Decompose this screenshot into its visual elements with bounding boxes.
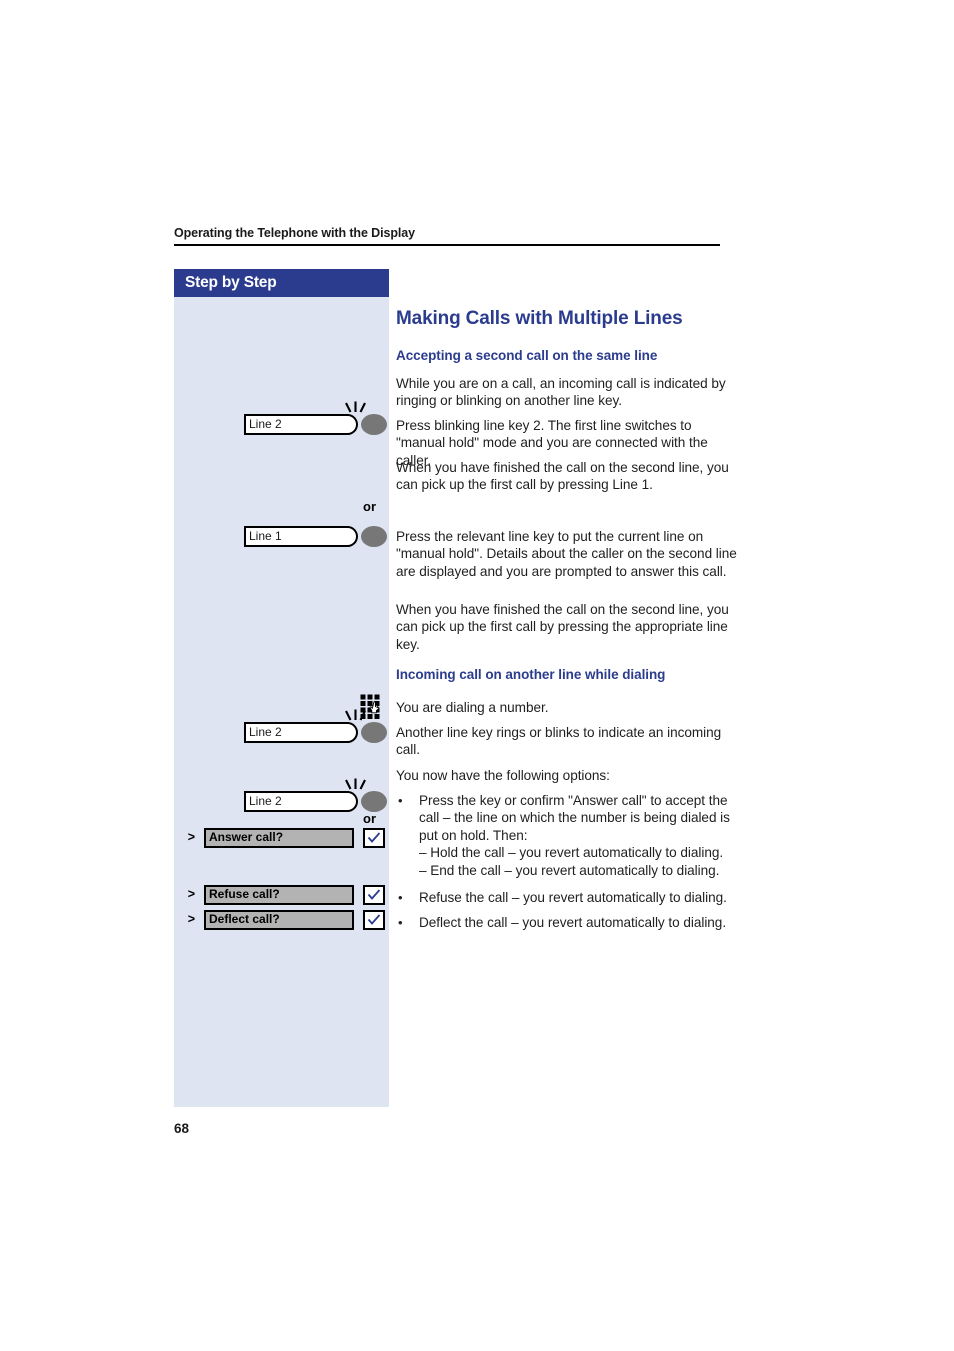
paragraph: Another line key rings or blinks to indi… xyxy=(396,725,722,758)
softkey-arrow: > xyxy=(187,830,195,844)
page-title: Making Calls with Multiple Lines xyxy=(396,308,683,329)
list-subitem: – Hold the call – you revert automatical… xyxy=(419,845,724,860)
line-key-line2-blinking-2[interactable]: Line 2 xyxy=(244,709,389,743)
line-key-line2-blinking-3[interactable]: Line 2 xyxy=(244,778,389,812)
checkmark-icon[interactable] xyxy=(363,910,385,930)
line-key-label: Line 2 xyxy=(249,794,282,808)
line-key-cap xyxy=(347,791,358,812)
line-key-cap xyxy=(347,722,358,743)
list-item-text: Deflect the call – you revert automatica… xyxy=(419,915,727,930)
paragraph: You are dialing a number. xyxy=(396,700,549,715)
line-key-led xyxy=(361,526,387,547)
softkey-label: Answer call? xyxy=(209,830,284,844)
or-label-1: or xyxy=(363,499,376,514)
checkmark-icon[interactable] xyxy=(363,885,385,905)
blink-rays-icon xyxy=(343,778,369,792)
bullet-glyph: • xyxy=(398,890,403,905)
line-key-line1[interactable]: Line 1 xyxy=(244,526,389,547)
paragraph: You now have the following options: xyxy=(396,768,610,783)
list-item-text: Press the key or confirm "Answer call" t… xyxy=(419,793,730,843)
manual-page: Operating the Telephone with the Display… xyxy=(0,0,954,1351)
softkey-label: Refuse call? xyxy=(209,887,280,901)
blink-rays-icon xyxy=(343,709,369,723)
paragraph: When you have finished the call on the s… xyxy=(396,460,729,493)
paragraph: Press the relevant line key to put the c… xyxy=(396,529,737,579)
line-key-cap xyxy=(347,526,358,547)
line-key-led xyxy=(361,791,387,812)
line-key-label: Line 2 xyxy=(249,417,282,431)
step-by-step-sidebar: Step by Step xyxy=(174,269,389,1107)
sidebar-title: Step by Step xyxy=(185,274,277,291)
line-key-label: Line 2 xyxy=(249,725,282,739)
list-item-text: Refuse the call – you revert automatical… xyxy=(419,890,727,905)
softkey-label: Deflect call? xyxy=(209,912,280,926)
line-key-label: Line 1 xyxy=(249,529,282,543)
section-heading-accepting-second-call: Accepting a second call on the same line xyxy=(396,348,658,363)
list-subitem: – End the call – you revert automaticall… xyxy=(419,863,720,878)
checkmark-icon[interactable] xyxy=(363,828,385,848)
or-label-2: or xyxy=(363,811,376,826)
line-key-led xyxy=(361,414,387,435)
blink-rays-icon xyxy=(343,401,369,415)
bullet-glyph: • xyxy=(398,793,403,808)
running-header: Operating the Telephone with the Display xyxy=(174,226,415,240)
line-key-line2-blinking-1[interactable]: Line 2 xyxy=(244,401,389,435)
page-number: 68 xyxy=(174,1121,190,1136)
bullet-glyph: • xyxy=(398,915,403,930)
line-key-led xyxy=(361,722,387,743)
softkey-arrow: > xyxy=(187,912,195,926)
line-key-cap xyxy=(347,414,358,435)
softkey-answer-call[interactable]: Answer call? > xyxy=(188,828,389,848)
softkey-arrow: > xyxy=(187,887,195,901)
paragraph: While you are on a call, an incoming cal… xyxy=(396,376,726,409)
softkey-deflect-call[interactable]: Deflect call? > xyxy=(188,910,389,930)
softkey-refuse-call[interactable]: Refuse call? > xyxy=(188,885,389,905)
paragraph: When you have finished the call on the s… xyxy=(396,602,729,652)
section-heading-incoming-call-while-dialing: Incoming call on another line while dial… xyxy=(396,667,666,682)
header-rule xyxy=(174,244,720,246)
